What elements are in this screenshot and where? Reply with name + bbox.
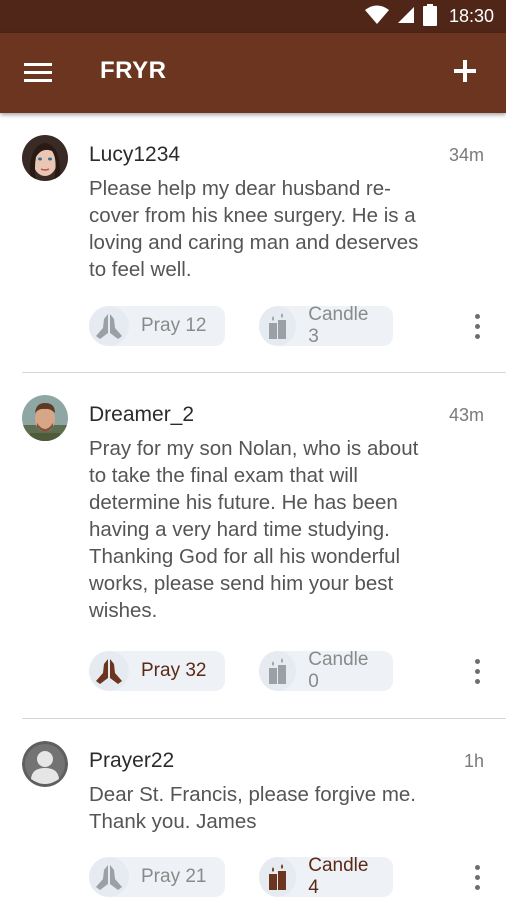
- pray-button[interactable]: Pray 12: [89, 306, 225, 346]
- app-title: FRYR: [100, 57, 167, 84]
- candle-count: Candle 0: [308, 649, 369, 692]
- more-dot: [474, 323, 480, 329]
- post-username[interactable]: Dreamer_2: [89, 403, 194, 427]
- post-actions: Pray 12 Candle 3: [89, 304, 499, 347]
- post-text: Pray for my son Nolan, who is about to t…: [89, 437, 419, 622]
- post-time: 43m: [448, 405, 484, 425]
- more-options-button[interactable]: [465, 655, 489, 687]
- app-bar: FRYR: [0, 33, 506, 113]
- pray-count: Pray 12: [141, 315, 207, 336]
- candle-button[interactable]: Candle 3: [259, 304, 393, 347]
- praying-hands-icon: [96, 659, 122, 684]
- more-vert-icon: [474, 313, 480, 319]
- menu-icon: [24, 63, 52, 66]
- avatar[interactable]: [22, 741, 68, 787]
- candle-button[interactable]: Candle 4: [259, 855, 393, 898]
- pray-button[interactable]: Pray 32: [89, 651, 225, 691]
- pray-button[interactable]: Pray 21: [89, 857, 225, 897]
- pray-count: Pray 32: [141, 660, 207, 681]
- menu-button[interactable]: [22, 59, 54, 87]
- candle-icon: [268, 864, 286, 890]
- more-vert-icon: [474, 658, 480, 664]
- menu-icon-bar: [24, 71, 52, 74]
- candle-icon: [268, 658, 286, 684]
- plus-icon: [454, 60, 476, 82]
- wifi-icon: [364, 5, 389, 29]
- praying-hands-icon: [96, 314, 122, 339]
- avatar[interactable]: [22, 395, 68, 441]
- post-time: 34m: [448, 145, 484, 165]
- more-vert-icon: [474, 864, 480, 870]
- post-actions: Pray 21 Candle 4: [89, 855, 499, 898]
- avatar[interactable]: [22, 135, 68, 181]
- battery-icon: [422, 3, 437, 30]
- candle-count: Candle 3: [308, 304, 369, 347]
- candle-icon: [268, 313, 286, 339]
- divider: [22, 718, 506, 719]
- post-text: Please help my dear husband re-cover fro…: [89, 177, 419, 281]
- default-person-icon: [22, 741, 68, 787]
- more-dot: [474, 678, 480, 684]
- more-options-button[interactable]: [465, 310, 489, 342]
- add-post-button[interactable]: [450, 55, 480, 87]
- post-text: Dear St. Francis, please forgive me. Tha…: [89, 783, 416, 833]
- post-username[interactable]: Lucy1234: [89, 143, 180, 167]
- more-dot: [474, 884, 480, 890]
- more-dot: [474, 333, 480, 339]
- candle-count: Candle 4: [308, 855, 369, 898]
- more-options-button[interactable]: [465, 861, 489, 893]
- status-bar: 18:30: [0, 0, 506, 33]
- clock: 18:30: [448, 6, 494, 26]
- post-actions: Pray 32 Candle 0: [89, 649, 499, 692]
- signal-icon: [397, 6, 415, 28]
- praying-hands-icon: [96, 865, 122, 890]
- divider: [22, 372, 506, 373]
- more-dot: [474, 668, 480, 674]
- menu-icon-bar: [24, 79, 52, 82]
- post-time: 1h: [463, 751, 484, 771]
- more-dot: [474, 874, 480, 880]
- candle-button[interactable]: Candle 0: [259, 649, 393, 692]
- post-username[interactable]: Prayer22: [89, 749, 174, 773]
- pray-count: Pray 21: [141, 866, 207, 887]
